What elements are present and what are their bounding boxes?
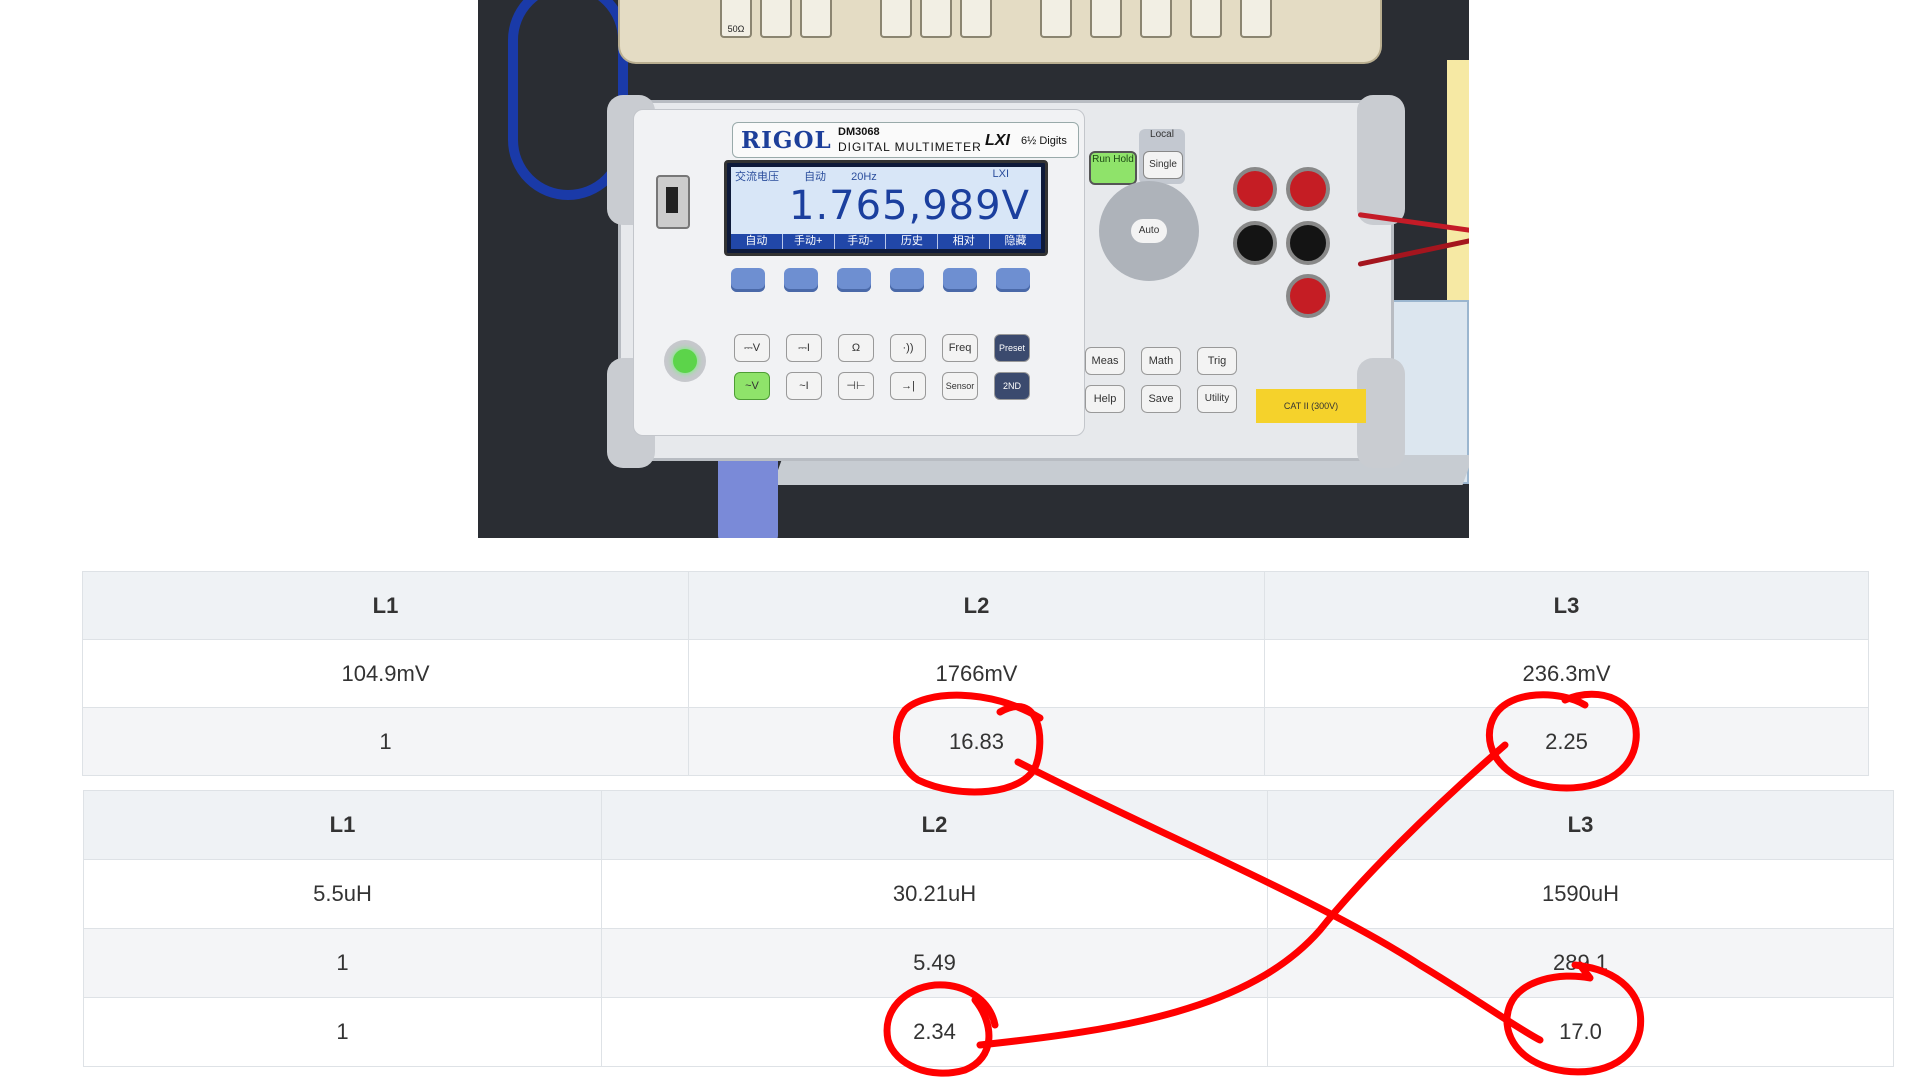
sticky-note: [1447, 60, 1469, 310]
continuity-key: ·)): [890, 334, 926, 362]
instrument-above: 50Ω: [618, 0, 1382, 64]
lcd-reading: 1.765,989V: [789, 183, 1030, 229]
softkey-3: [837, 268, 871, 292]
lcd-mode: 交流电压: [735, 171, 779, 183]
table-cell: 1: [83, 997, 602, 1067]
column-header: L3: [1264, 571, 1869, 640]
table-cell: 1: [82, 707, 689, 776]
table-cell: 16.83: [688, 707, 1265, 776]
acv-key: ~V: [734, 372, 770, 400]
second-key: 2ND: [994, 372, 1030, 400]
column-header: L1: [83, 790, 602, 860]
run-hold-key: Run Hold: [1089, 151, 1137, 185]
math-key: Math: [1141, 347, 1181, 375]
table-cell: 17.0: [1267, 997, 1894, 1067]
digits-label: 6½ Digits: [1021, 135, 1067, 147]
table-cell: 289.1: [1267, 928, 1894, 998]
trig-key: Trig: [1197, 347, 1237, 375]
table-cell: 5.49: [601, 928, 1268, 998]
column-header: L3: [1267, 790, 1894, 860]
column-header: L2: [601, 790, 1268, 860]
table-row: 104.9mV 1766mV 236.3mV: [82, 639, 1869, 708]
lo-sense-jack: [1233, 221, 1277, 265]
table-row: 1 5.49 289.1: [83, 928, 1894, 998]
dcv-key: ⎓V: [734, 334, 770, 362]
table-cell: 30.21uH: [601, 859, 1268, 929]
softkey-5: [943, 268, 977, 292]
softkey-label: 隐藏: [1004, 235, 1027, 247]
lcd-display: 交流电压 自动 20Hz LXI 1.765,989V 自动 手动+ 手动- 历…: [724, 160, 1048, 256]
softkey-label: 手动-: [835, 234, 887, 249]
table-cell: 5.5uH: [83, 859, 602, 929]
softkey-2: [784, 268, 818, 292]
sensor-key: Sensor: [942, 372, 978, 400]
dci-key: ⎓I: [786, 334, 822, 362]
lcd-range: 自动: [804, 171, 827, 183]
table-row: 1 2.34 17.0: [83, 997, 1894, 1067]
preset-key: Preset: [994, 334, 1030, 362]
local-label: Local: [1150, 129, 1174, 140]
table-row: 1 16.83 2.25: [82, 707, 1869, 776]
table-cell: 2.34: [601, 997, 1268, 1067]
lcd-lxi: LXI: [992, 168, 1009, 180]
brand-logo: RIGOL: [741, 127, 832, 154]
aci-key: ~I: [786, 372, 822, 400]
voltage-table: L1 L2 L3 104.9mV 1766mV 236.3mV 1 16.83 …: [82, 571, 1869, 776]
utility-key: Utility: [1197, 385, 1237, 413]
column-header: L2: [688, 571, 1265, 640]
softkey-label: 自动: [731, 234, 783, 249]
meas-key: Meas: [1085, 347, 1125, 375]
softkey-4: [890, 268, 924, 292]
table-cell: 2.25: [1264, 707, 1869, 776]
table-cell: 104.9mV: [82, 639, 689, 708]
usb-port: [656, 175, 690, 229]
softkey-1: [731, 268, 765, 292]
diode-key: →|: [890, 372, 926, 400]
navigation-pad: [1099, 181, 1199, 281]
brand-plate: RIGOL DM3068 DIGITAL MULTIMETER LXI 6½ D…: [732, 122, 1079, 158]
table-cell: 1: [83, 928, 602, 998]
table-cell: 1766mV: [688, 639, 1265, 708]
cat-rating-label: CAT II (300V): [1256, 389, 1366, 423]
softkey-label: 手动+: [783, 234, 835, 249]
table-row: 5.5uH 30.21uH 1590uH: [83, 859, 1894, 929]
capacitance-key: ⊣⊢: [838, 372, 874, 400]
multimeter: RIGOL DM3068 DIGITAL MULTIMETER LXI 6½ D…: [607, 95, 1405, 468]
freq-key: Freq: [942, 334, 978, 362]
ohm-key: Ω: [838, 334, 874, 362]
input-hi-jack: [1286, 167, 1330, 211]
table-header-row: L1 L2 L3: [83, 790, 1894, 860]
multimeter-photo: 50Ω RIGOL DM3068 DIGITAL MULTIMETER LXI …: [478, 0, 1469, 538]
input-lo-jack: [1286, 221, 1330, 265]
right-key-panel: Run Hold Local Single Meas Math Trig Hel…: [1081, 109, 1381, 434]
model-number: DM3068: [838, 126, 880, 138]
column-header: L1: [82, 571, 689, 640]
power-button: [664, 340, 706, 382]
front-panel: RIGOL DM3068 DIGITAL MULTIMETER LXI 6½ D…: [633, 109, 1085, 436]
table-cell: 1590uH: [1267, 859, 1894, 929]
save-key: Save: [1141, 385, 1181, 413]
softkey-6: [996, 268, 1030, 292]
lxi-logo: LXI: [985, 132, 1010, 149]
lcd-softkey-labels: 自动 手动+ 手动- 历史 相对 隐藏: [731, 234, 1041, 249]
lcd-status-line: 交流电压 自动 20Hz LXI: [735, 168, 1037, 183]
current-jack: [1286, 274, 1330, 318]
lcd-frequency: 20Hz: [851, 171, 877, 183]
model-description: DIGITAL MULTIMETER: [838, 140, 982, 154]
help-key: Help: [1085, 385, 1125, 413]
table-cell: 236.3mV: [1264, 639, 1869, 708]
single-key: Single: [1143, 151, 1183, 179]
table-header-row: L1 L2 L3: [82, 571, 1869, 640]
softkey-label: 历史: [886, 234, 939, 249]
inductance-table: L1 L2 L3 5.5uH 30.21uH 1590uH 1 5.49 289…: [83, 790, 1894, 1067]
hi-sense-jack: [1233, 167, 1277, 211]
softkey-label: 相对: [938, 234, 991, 249]
